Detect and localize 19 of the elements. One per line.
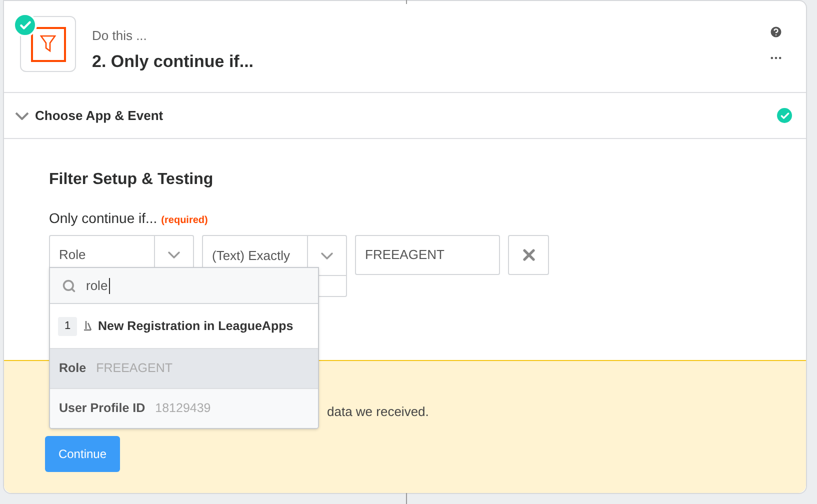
section-heading: Filter Setup & Testing — [49, 170, 214, 190]
help-icon[interactable] — [769, 25, 783, 39]
search-icon — [62, 278, 76, 292]
dropdown-option[interactable]: User Profile ID 18129439 — [50, 388, 318, 428]
value-field[interactable]: FREEAGENT — [355, 235, 500, 275]
group-title: New Registration in LeagueApps — [98, 318, 294, 335]
app-icon — [83, 320, 92, 332]
step-subtitle: Do this ... — [92, 27, 148, 45]
field-label: Only continue if... — [49, 209, 158, 228]
step-number: 1 — [58, 316, 77, 336]
required-note: (required) — [161, 214, 208, 228]
step-title: 2. Only continue if... — [92, 50, 254, 72]
section-title: Choose App & Event — [35, 106, 164, 125]
section-header[interactable]: Choose App & Event — [4, 93, 806, 139]
dropdown-option[interactable]: Role FREEAGENT — [50, 348, 318, 388]
remove-button[interactable] — [508, 235, 549, 275]
filter-app-icon — [20, 16, 76, 72]
notice-text: data we received. — [327, 403, 429, 421]
search-field[interactable]: role — [50, 268, 318, 304]
